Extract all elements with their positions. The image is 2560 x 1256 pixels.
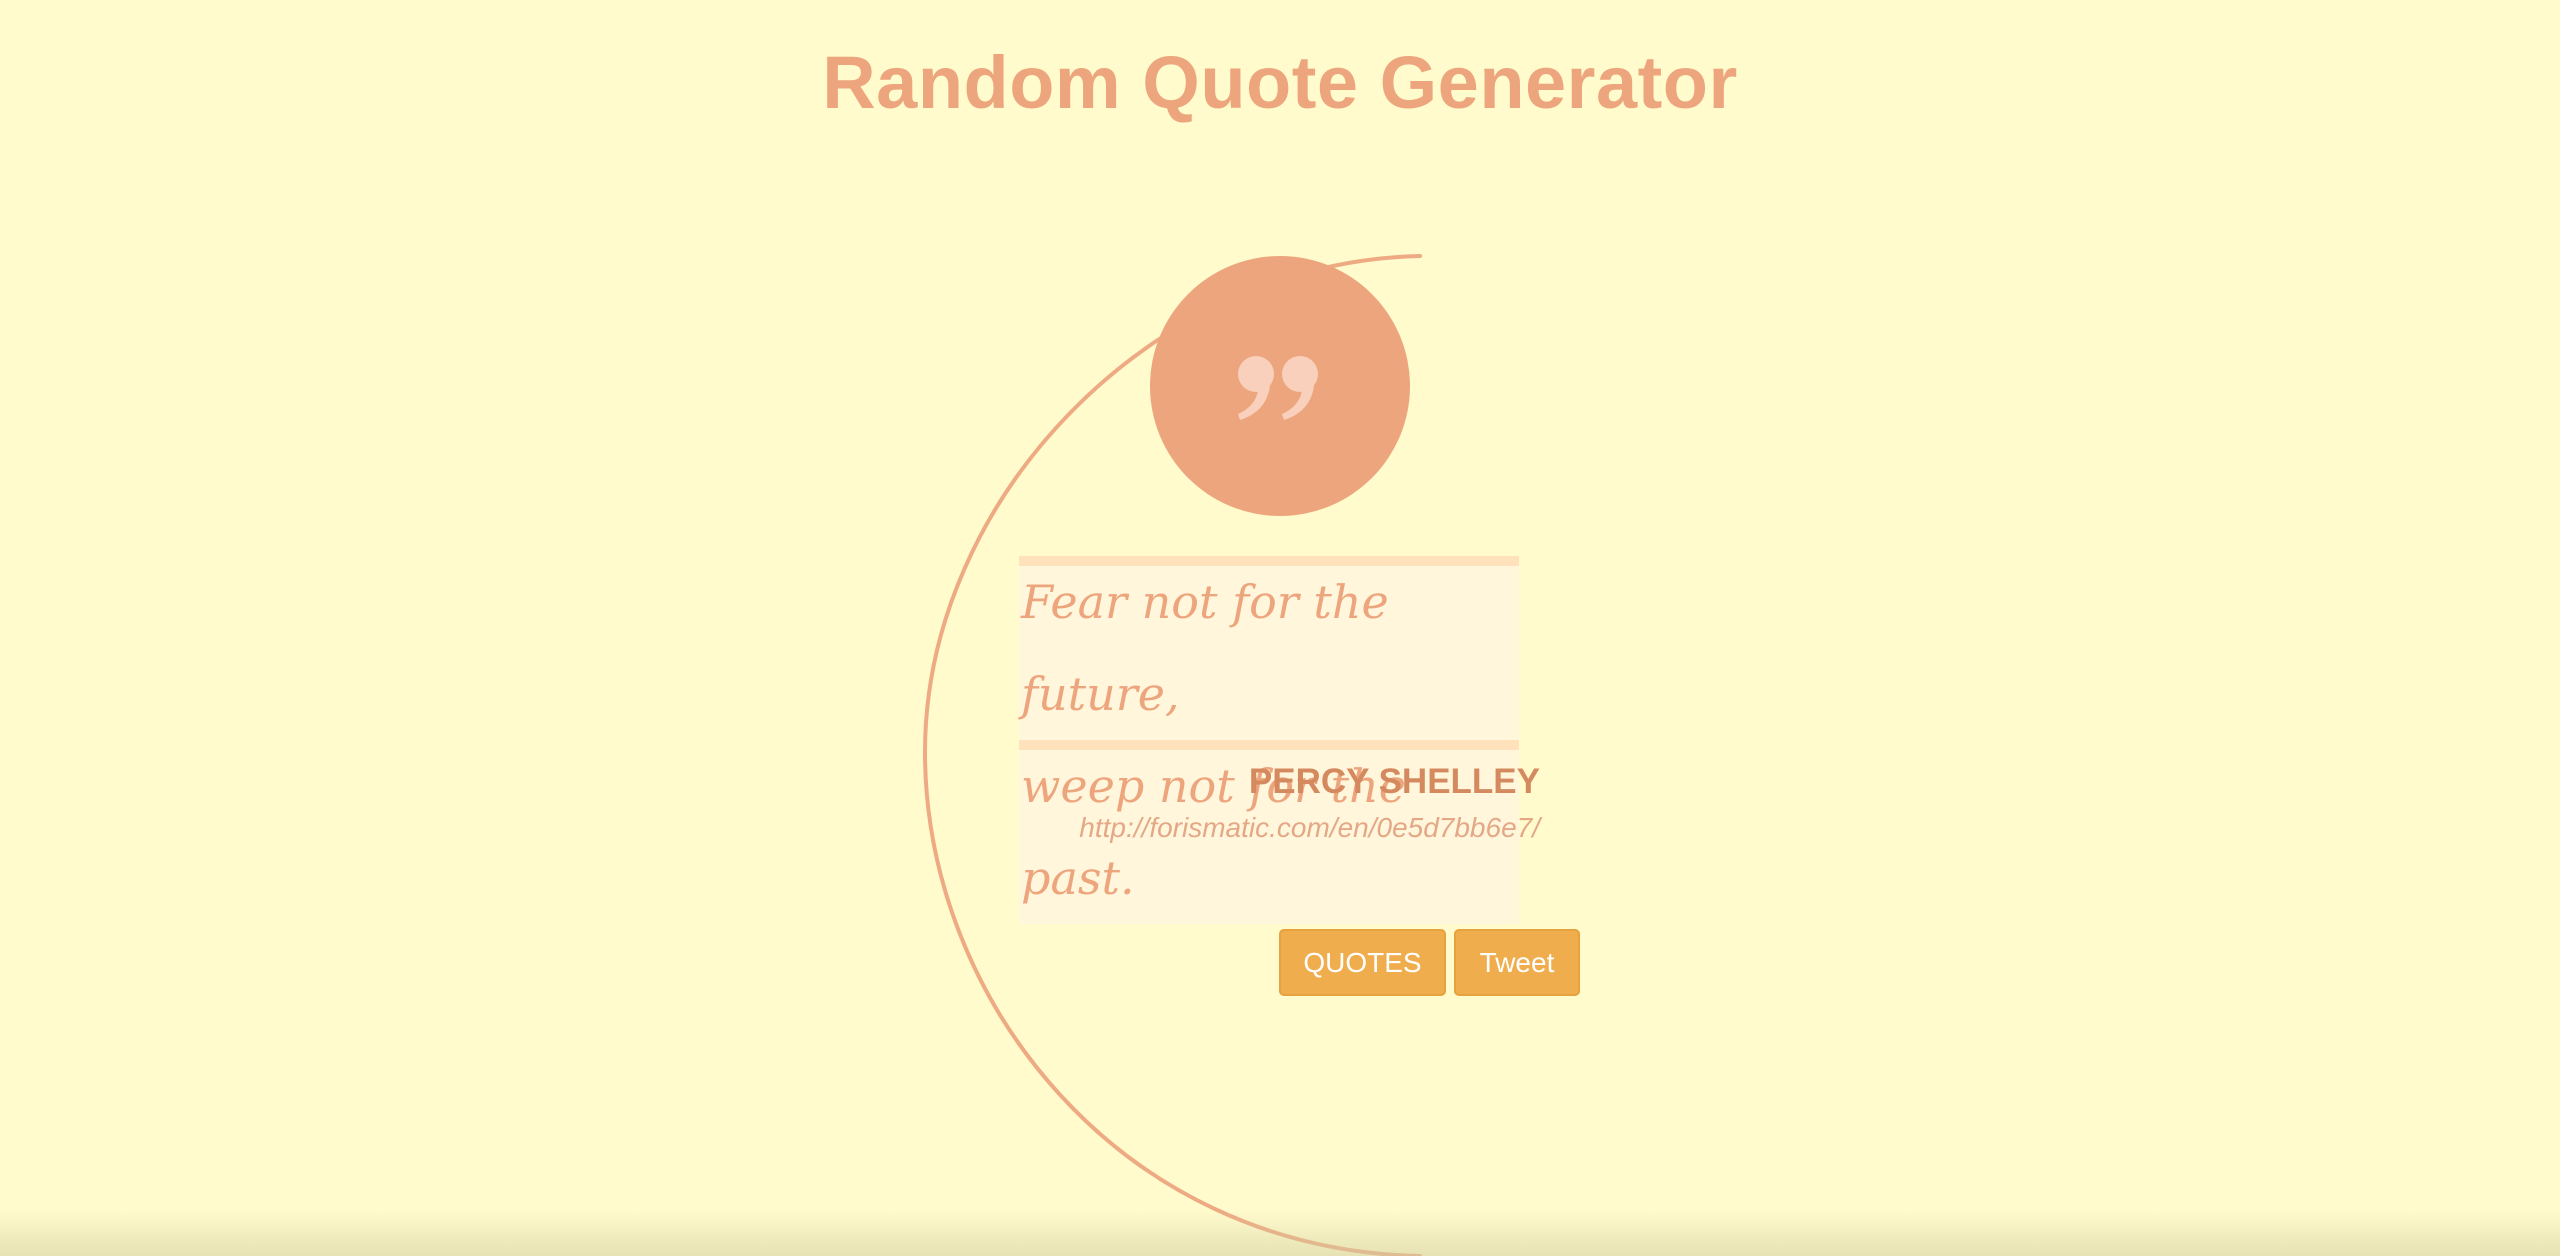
- quote-badge: [1150, 256, 1410, 516]
- bottom-shadow: [0, 1210, 2560, 1256]
- quote-text: Fear not for the future, weep not for th…: [1019, 556, 1519, 924]
- quote-mark-icon: [1150, 256, 1410, 516]
- quote-author: PERCY SHELLEY: [1248, 762, 1540, 801]
- quotes-button[interactable]: QUOTES: [1279, 929, 1446, 996]
- quote-source-link[interactable]: http://forismatic.com/en/0e5d7bb6e7/: [1000, 812, 1540, 844]
- tweet-button[interactable]: Tweet: [1454, 929, 1580, 996]
- quote-line: Fear not for the future,: [1019, 556, 1519, 740]
- page-title: Random Quote Generator: [822, 41, 1738, 124]
- page: Random Quote Generator Fear not for the …: [0, 0, 2560, 1256]
